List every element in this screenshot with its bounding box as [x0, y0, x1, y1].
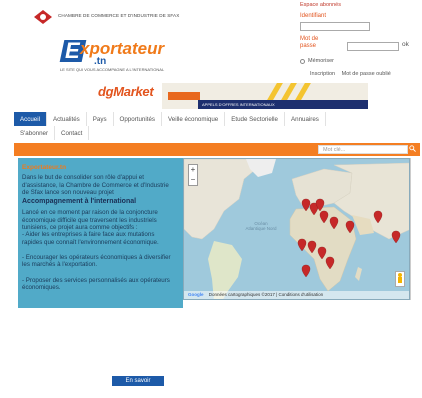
zoom-out-button[interactable]: −: [189, 175, 197, 185]
nav-item-contact[interactable]: Contact: [55, 126, 90, 140]
login-panel: Espace abonnés Identifiant Mot de passe …: [300, 2, 418, 82]
ccis-logo: [34, 10, 52, 24]
logo-e-letter: E: [65, 38, 80, 63]
map-credits[interactable]: Données cartographiques ©2017 | Conditio…: [209, 292, 323, 297]
remember-radio[interactable]: [300, 58, 305, 64]
nav-row-1: Accueil Actualités Pays Opportunités Vei…: [14, 112, 326, 126]
identifiant-label: Identifiant: [300, 13, 327, 19]
map-footer: Google Données cartographiques ©2017 | C…: [184, 291, 409, 299]
nav-item-opportunites[interactable]: Opportunités: [114, 112, 162, 126]
logo-brand: xportateur: [80, 39, 165, 58]
intro-bullet-1: - Aider les entreprises à faire face aux…: [22, 231, 159, 246]
nav-item-pays[interactable]: Pays: [87, 112, 114, 126]
search-input[interactable]: Mot clé...: [318, 145, 408, 154]
remember-me[interactable]: Mémoriser: [300, 58, 334, 64]
google-map[interactable]: Océan Atlantique Nord + − Google Données…: [183, 158, 410, 300]
nav-item-accueil[interactable]: Accueil: [14, 112, 47, 126]
pegman-glyph: [398, 273, 402, 283]
promo-stripe: [281, 83, 297, 100]
dgmarket-brand: dgMarket: [98, 84, 154, 99]
ocean-label: Océan Atlantique Nord: [245, 221, 277, 231]
identifiant-input[interactable]: [300, 22, 370, 31]
logo-slogan: LE SITE QUI VOUS ACCOMPAGNE A L'INTERNAT…: [60, 67, 165, 72]
nav-item-annuaires[interactable]: Annuaires: [285, 112, 326, 126]
promo-text: APPELS D'OFFRES INTERNATIONAUX: [202, 102, 275, 107]
intro-bullet-2: - Encourager les opérateurs économiques …: [22, 253, 171, 269]
dgmarket-logo: dgMarket: [98, 84, 154, 99]
password-label: Mot de passe: [300, 36, 319, 49]
login-ok-button[interactable]: ok: [402, 41, 409, 48]
promo-orange-box: [168, 92, 200, 100]
divider: [410, 158, 411, 300]
nav-item-actualites[interactable]: Actualités: [47, 112, 87, 126]
map-marker[interactable]: [391, 230, 401, 244]
login-title: Espace abonnés: [300, 2, 341, 8]
nav-item-etude[interactable]: Etude Sectorielle: [225, 112, 285, 126]
intro-text: Exportateur.tn Dans le but de consolider…: [22, 164, 174, 291]
signup-link[interactable]: Inscription: [310, 71, 335, 77]
org-name: CHAMBRE DE COMMERCE ET D'INDUSTRIE DE SF…: [58, 13, 180, 18]
intro-heading: Accompagnement à l'international: [22, 198, 137, 206]
ad-banner[interactable]: dgMarket APPELS D'OFFRES INTERNATIONAUX: [98, 82, 414, 112]
promo-stripe: [267, 83, 283, 100]
logo-tld: .tn: [94, 56, 107, 67]
search-icon[interactable]: [409, 145, 416, 152]
pegman-icon[interactable]: [395, 271, 405, 287]
en-savoir-button[interactable]: En savoir: [112, 376, 164, 386]
intro-paragraph-2: Lancé en ce moment par raison de la conj…: [22, 209, 158, 232]
intro-paragraph-1: Dans le but de consolider son rôle d'app…: [22, 174, 169, 196]
google-logo: Google: [188, 292, 204, 297]
intro-title: Exportateur.tn: [22, 164, 67, 171]
nav-item-veille[interactable]: Veille économique: [162, 112, 226, 126]
remember-label: Mémoriser: [308, 58, 334, 64]
login-links: Inscription Mot de passe oublié: [310, 71, 396, 77]
promo-blue-band: APPELS D'OFFRES INTERNATIONAUX: [198, 100, 368, 109]
promo-stripe: [295, 83, 311, 100]
world-map: [184, 159, 409, 299]
zoom-control: + −: [188, 164, 198, 186]
forgot-password-link[interactable]: Mot de passe oublié: [342, 71, 391, 77]
nav-row-2: S'abonner Contact: [14, 126, 90, 140]
search-bar: Mot clé...: [14, 143, 420, 156]
password-input[interactable]: [347, 42, 399, 51]
intro-bullet-3: - Proposer des services personnalisés au…: [22, 276, 170, 291]
map-marker[interactable]: [301, 264, 311, 278]
exportateur-logo[interactable]: E xportateur .tn LE SITE QUI VOUS ACCOMP…: [59, 34, 190, 78]
zoom-in-button[interactable]: +: [189, 165, 197, 175]
promo-graphic: APPELS D'OFFRES INTERNATIONAUX: [162, 83, 368, 109]
nav-item-sabonner[interactable]: S'abonner: [14, 126, 56, 140]
